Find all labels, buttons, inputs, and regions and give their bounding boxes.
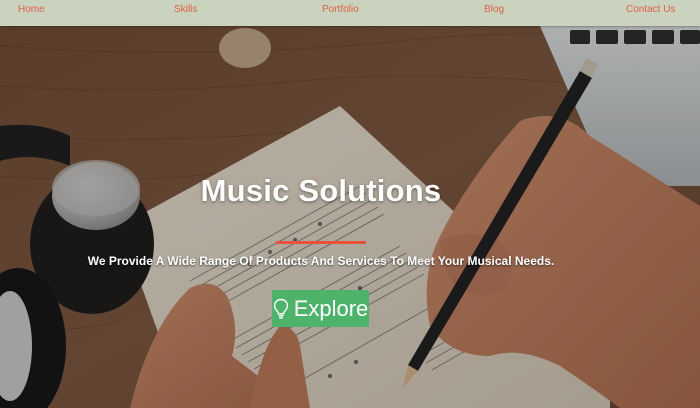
hero-dark-overlay [0,26,700,408]
page: Home Skills Portfolio Blog Contact Us Mu… [0,0,700,408]
hero-subtitle: We Provide A Wide Range Of Products And … [87,254,555,268]
nav-link-home[interactable]: Home [18,4,45,15]
lightbulb-icon [273,298,289,320]
explore-button[interactable]: Explore [272,290,369,327]
hero-section [0,26,700,408]
nav-link-blog[interactable]: Blog [484,4,504,15]
hero-title: Music Solutions [200,173,442,208]
nav-link-portfolio[interactable]: Portfolio [322,4,359,15]
nav-link-skills[interactable]: Skills [174,4,197,15]
explore-button-label: Explore [293,295,369,321]
top-navbar: Home Skills Portfolio Blog Contact Us [0,0,700,26]
title-underline [276,241,366,244]
nav-link-contact-us[interactable]: Contact Us [626,4,675,15]
